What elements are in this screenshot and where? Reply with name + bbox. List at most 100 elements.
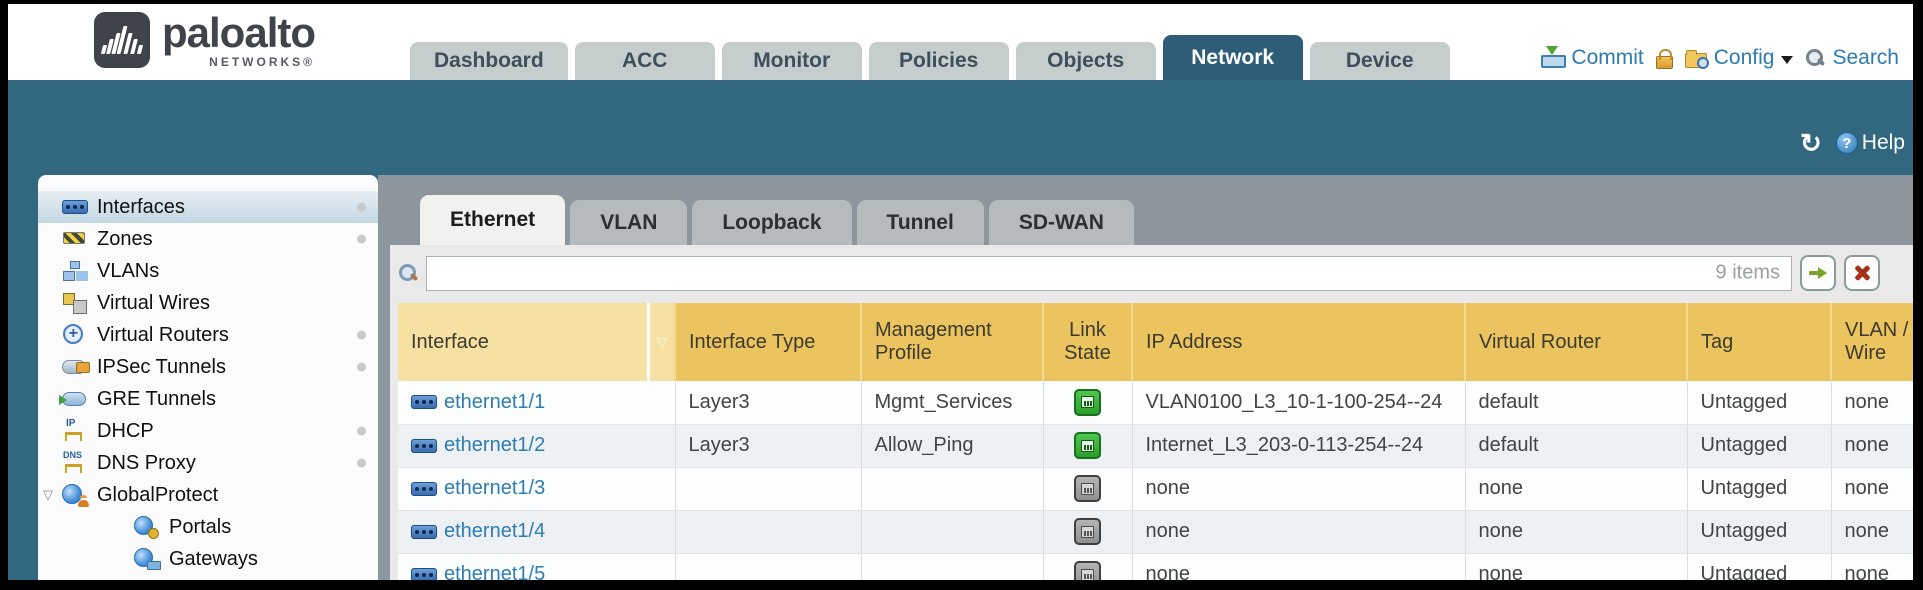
management-profile-cell (861, 510, 1043, 553)
interface-icon (411, 482, 437, 496)
interface-icon (411, 439, 437, 453)
sidebar-item-virtual-wires[interactable]: Virtual Wires (38, 287, 378, 319)
interfaces-table-wrap: Interface▽Interface TypeManagementProfil… (398, 303, 1913, 580)
main-nav-tabs: DashboardACCMonitorPoliciesObjectsNetwor… (410, 35, 1450, 80)
config-menu[interactable]: Config (1685, 46, 1794, 70)
interface-name: ethernet1/3 (444, 477, 545, 500)
nav-tab-dashboard[interactable]: Dashboard (410, 42, 568, 80)
red-x-icon (1853, 264, 1871, 282)
link-state-down-icon[interactable] (1074, 475, 1101, 502)
vlan-wire-cell: none (1831, 381, 1913, 424)
column-header-tag[interactable]: Tag (1687, 303, 1831, 381)
filter-input[interactable] (426, 256, 1792, 291)
table-row: ethernet1/1Layer3Mgmt_ServicesVLAN0100_L… (398, 381, 1913, 424)
tab-ethernet[interactable]: Ethernet (420, 195, 565, 245)
sort-dropdown-icon[interactable]: ▽ (647, 303, 674, 381)
tab-loopback[interactable]: Loopback (692, 200, 851, 245)
column-header-vlan-virtual-wire[interactable]: VLAN / VirtualWire (1831, 303, 1913, 381)
interface-type-cell (675, 467, 861, 510)
nav-tab-monitor[interactable]: Monitor (722, 42, 862, 80)
management-profile-cell (861, 553, 1043, 580)
help-label: Help (1862, 131, 1905, 155)
sidebar-item-gre-tunnels[interactable]: GRE Tunnels (38, 383, 378, 415)
link-state-down-icon[interactable] (1074, 561, 1101, 580)
sidebar-item-vlans[interactable]: VLANs (38, 255, 378, 287)
column-header-label: IP Address (1146, 331, 1464, 354)
column-header-label: State (1044, 342, 1131, 365)
nav-tab-network[interactable]: Network (1163, 35, 1303, 80)
expander-triangle-icon[interactable]: ▽ (43, 487, 53, 503)
sidebar-item-ipsec-tunnels[interactable]: IPSec Tunnels (38, 351, 378, 383)
search-label: Search (1832, 46, 1899, 70)
nav-tab-acc[interactable]: ACC (575, 42, 715, 80)
link-state-cell (1043, 553, 1132, 580)
column-header-link-state[interactable]: LinkState (1043, 303, 1132, 381)
interface-link[interactable]: ethernet1/2 (411, 434, 675, 457)
column-header-virtual-router[interactable]: Virtual Router (1465, 303, 1687, 381)
gre-tunnels-icon (62, 389, 88, 409)
link-state-up-icon[interactable] (1074, 389, 1101, 416)
interface-link[interactable]: ethernet1/5 (411, 563, 675, 580)
sidebar-item-portals[interactable]: Portals (38, 511, 378, 543)
nav-tab-objects[interactable]: Objects (1016, 42, 1156, 80)
column-header-interface-type[interactable]: Interface Type (675, 303, 861, 381)
interface-name: ethernet1/5 (444, 563, 545, 580)
interface-name: ethernet1/2 (444, 434, 545, 457)
sidebar-item-globalprotect[interactable]: ▽GlobalProtect (38, 479, 378, 511)
link-state-up-icon[interactable] (1074, 432, 1101, 459)
gateways-icon (134, 549, 160, 569)
column-header-interface[interactable]: Interface▽ (398, 303, 675, 381)
sidebar-item-dot (357, 427, 366, 436)
column-header-ip-address[interactable]: IP Address (1132, 303, 1465, 381)
sidebar-item-dns-proxy[interactable]: DNS Proxy (38, 447, 378, 479)
interfaces-table: Interface▽Interface TypeManagementProfil… (398, 303, 1913, 580)
sidebar-item-zones[interactable]: Zones (38, 223, 378, 255)
tab-tunnel[interactable]: Tunnel (857, 200, 984, 245)
table-row: ethernet1/2Layer3Allow_PingInternet_L3_2… (398, 424, 1913, 467)
search-button[interactable]: Search (1805, 46, 1899, 70)
lock-icon[interactable] (1656, 56, 1673, 69)
link-state-down-icon[interactable] (1074, 518, 1101, 545)
interface-icon (411, 525, 437, 539)
sidebar-item-interfaces[interactable]: Interfaces (38, 191, 378, 223)
virtual-router-cell: default (1465, 381, 1687, 424)
column-header-label: Link (1044, 319, 1131, 342)
column-header-label: Wire (1845, 342, 1913, 365)
help-button[interactable]: Help (1836, 131, 1905, 155)
column-header-label: Interface (398, 331, 647, 354)
vlans-icon (62, 261, 88, 281)
column-header-management-profile[interactable]: ManagementProfile (861, 303, 1043, 381)
sidebar-item-label: Virtual Routers (97, 324, 229, 347)
interfaces-icon (62, 200, 88, 214)
column-header-label: Virtual Router (1479, 331, 1686, 354)
sidebar-item-label: Gateways (169, 548, 258, 571)
nav-tab-device[interactable]: Device (1310, 42, 1450, 80)
clear-filter-button[interactable] (1844, 255, 1880, 291)
sidebar-item-dhcp[interactable]: DHCP (38, 415, 378, 447)
sidebar-item-dot (357, 459, 366, 468)
nav-tab-policies[interactable]: Policies (869, 42, 1009, 80)
interface-name: ethernet1/1 (444, 391, 545, 414)
interface-link[interactable]: ethernet1/3 (411, 477, 675, 500)
tab-sd-wan[interactable]: SD-WAN (989, 200, 1134, 245)
refresh-icon[interactable]: ↻ (1800, 130, 1822, 156)
commit-icon (1540, 46, 1564, 70)
interface-type-cell (675, 510, 861, 553)
virtual-router-cell: none (1465, 467, 1687, 510)
sidebar-item-gateways[interactable]: Gateways (38, 543, 378, 575)
interface-name: ethernet1/4 (444, 520, 545, 543)
interface-link[interactable]: ethernet1/1 (411, 391, 675, 414)
sidebar-item-virtual-routers[interactable]: Virtual Routers (38, 319, 378, 351)
interface-icon (411, 568, 437, 581)
sidebar-item-dot (357, 235, 366, 244)
interface-link[interactable]: ethernet1/4 (411, 520, 675, 543)
ip-address-cell: none (1132, 467, 1465, 510)
apply-filter-button[interactable] (1800, 255, 1836, 291)
link-state-cell (1043, 510, 1132, 553)
filter-search-icon (398, 263, 418, 283)
commit-button[interactable]: Commit (1540, 46, 1643, 70)
tab-vlan[interactable]: VLAN (570, 200, 687, 245)
sidebar-item-label: IPSec Tunnels (97, 356, 226, 379)
portals-icon (134, 517, 160, 537)
brand-subtitle: NETWORKS® (162, 56, 315, 68)
